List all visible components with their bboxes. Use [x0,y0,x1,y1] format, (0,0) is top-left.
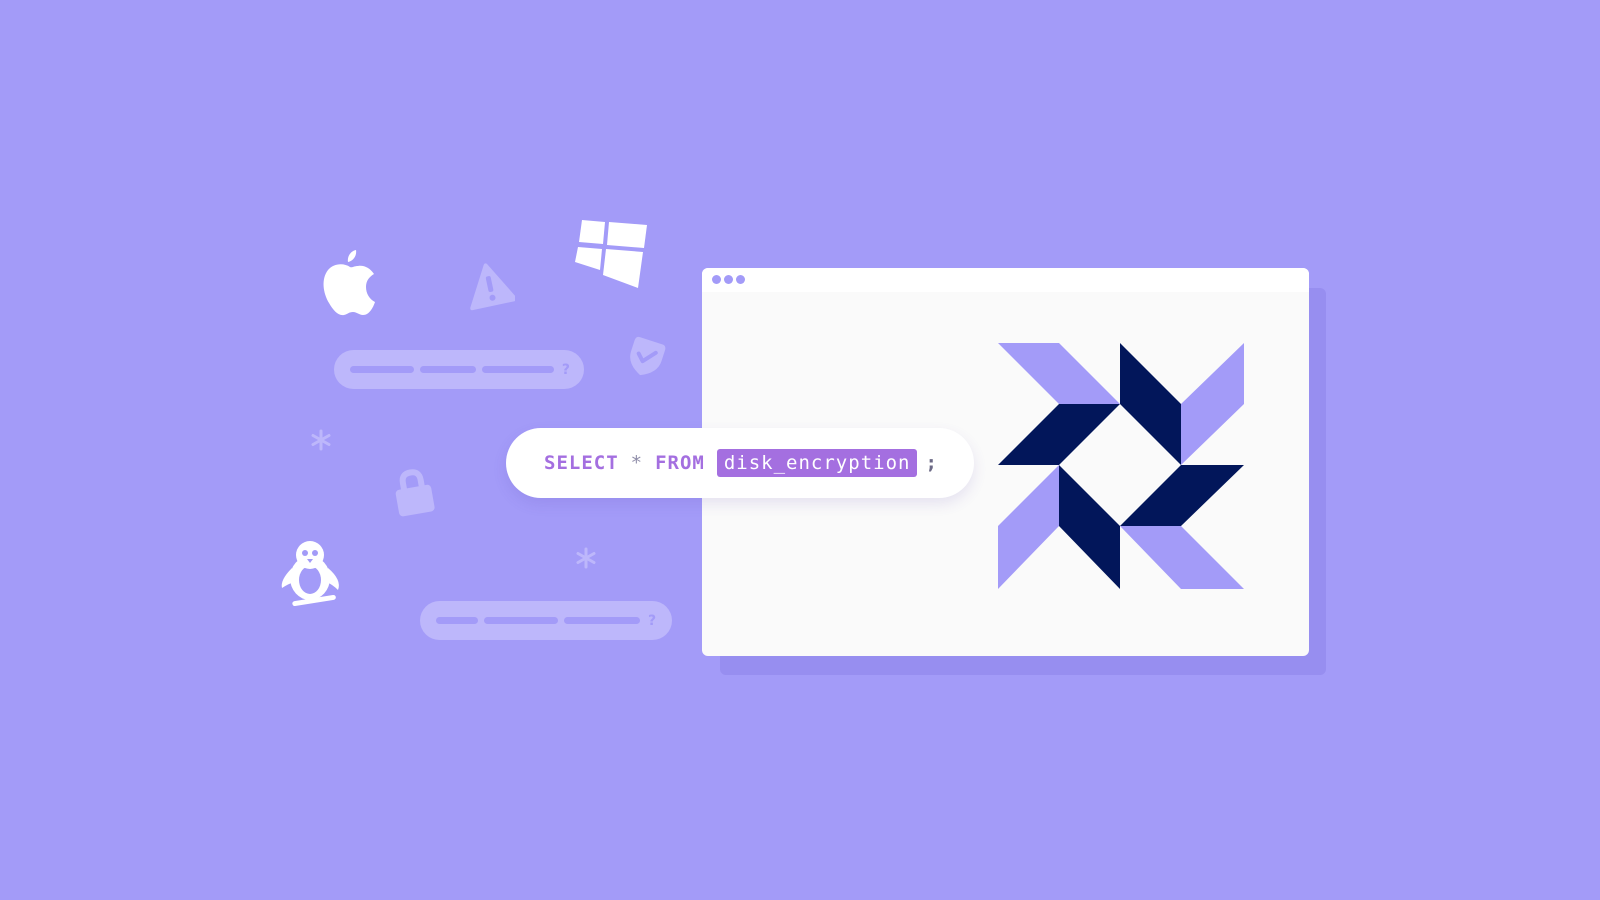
query-placeholder-bar [484,617,558,624]
from-keyword: FROM [655,452,705,474]
wildcard-symbol: * [630,452,644,474]
windows-icon [575,218,651,290]
asterisk-icon [310,429,332,451]
shield-check-icon [622,334,670,380]
query-placeholder-bar [482,366,554,373]
table-name: disk_encryption [716,449,918,477]
search-pill: ? [420,601,672,640]
query-placeholder-bar [564,617,640,624]
asterisk-icon [575,547,597,569]
warning-icon [465,261,515,311]
query-placeholder-bar [419,366,477,373]
window-control-dot[interactable] [724,275,733,284]
question-mark: ? [648,612,657,629]
semicolon: ; [925,452,938,474]
linux-penguin-icon [280,538,350,610]
window-control-dot[interactable] [712,275,721,284]
window-titlebar [702,268,1309,292]
query-placeholder-bar [436,617,478,624]
query-placeholder-bar [350,366,414,373]
query-pill: SELECT * FROM disk_encryption ; [506,428,974,498]
window-control-dot[interactable] [736,275,745,284]
select-keyword: SELECT [544,452,619,474]
apple-icon [318,246,382,318]
osquery-logo [998,343,1244,593]
search-pill: ? [334,350,584,389]
question-mark: ? [561,361,570,378]
lock-icon [390,466,440,522]
